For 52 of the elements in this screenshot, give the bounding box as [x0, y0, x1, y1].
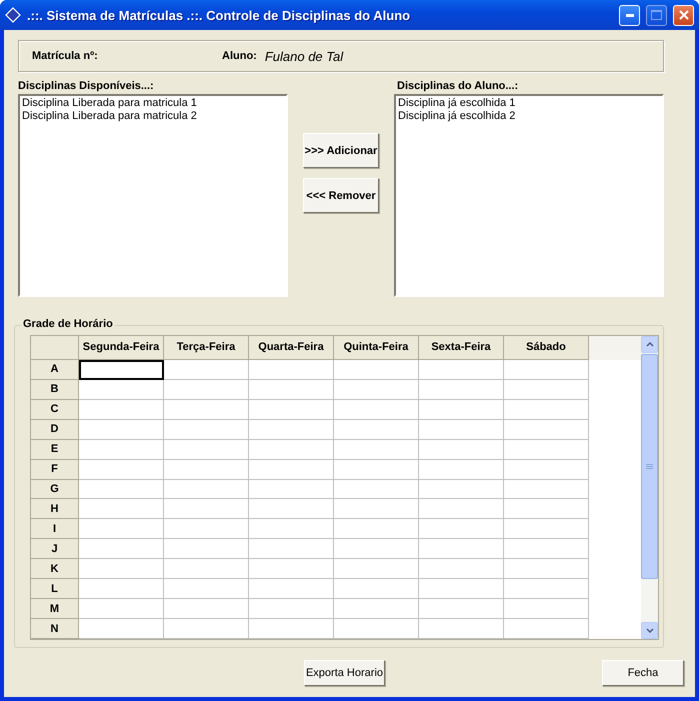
maximize-icon: [651, 10, 662, 20]
row-header: H: [31, 499, 79, 520]
app-icon: [5, 7, 21, 23]
row-header: N: [31, 619, 79, 640]
registration-label: Matrícula nº:: [32, 50, 99, 62]
move-button[interactable]: <<< Remover: [303, 178, 379, 213]
scroll-thumb[interactable]: [641, 354, 658, 579]
scroll-down-button[interactable]: [641, 622, 658, 639]
close-icon: [678, 10, 688, 20]
list-item[interactable]: Disciplina já escolhida 1: [398, 97, 660, 110]
column-header: Segunda-Feira: [79, 336, 164, 360]
window-title: .::. Sistema de Matrículas .::. Controle de Disciplinas do Aluno: [27, 8, 412, 22]
scroll-up-button[interactable]: [641, 336, 658, 353]
close-button[interactable]: [673, 4, 694, 26]
grid-cell[interactable]: [79, 360, 164, 380]
list-item[interactable]: Disciplina Liberada para matricula 2: [22, 110, 284, 123]
chosen-list[interactable]: Disciplina já escolhida 1 Disciplina já escolhida 2: [394, 94, 664, 297]
student-label: Aluno:: [222, 50, 257, 62]
caret-up-icon: [646, 342, 654, 347]
row-header: K: [31, 559, 79, 580]
column-header: Quarta-Feira: [249, 336, 334, 360]
move-button[interactable]: >>> Adicionar: [303, 133, 379, 168]
minimize-icon: [626, 14, 634, 16]
row-header: A: [31, 360, 79, 380]
row-header: F: [31, 460, 79, 480]
row-header: B: [31, 380, 79, 400]
row-header: M: [31, 599, 79, 620]
row-header: G: [31, 480, 79, 500]
available-list[interactable]: Disciplina Liberada para matricula 1 Disciplina Liberada para matricula 2: [18, 94, 288, 297]
column-header: Sábado: [504, 336, 589, 360]
export-button[interactable]: Exporta Horario: [304, 660, 385, 686]
row-header: I: [31, 519, 79, 540]
column-header: Terça-Feira: [164, 336, 249, 360]
row-header: E: [31, 440, 79, 460]
row-header: D: [31, 420, 79, 440]
close-window-button[interactable]: Fecha: [602, 660, 684, 686]
maximize-button[interactable]: [646, 4, 667, 26]
caret-down-icon: [646, 628, 654, 633]
minimize-button[interactable]: [619, 4, 640, 26]
list-item[interactable]: Disciplina já escolhida 2: [398, 110, 660, 123]
grip-icon: [646, 463, 653, 470]
chosen-label: Disciplinas do Aluno...:: [397, 80, 520, 94]
list-item[interactable]: Disciplina Liberada para matricula 1: [22, 97, 284, 110]
row-header: J: [31, 539, 79, 560]
available-label: Disciplinas Disponíveis...:: [18, 80, 155, 94]
group-title: Grade de Horário: [21, 318, 115, 330]
student-name: Fulano de Tal: [264, 48, 344, 64]
row-header: C: [31, 400, 79, 420]
scrollbar[interactable]: [641, 336, 658, 639]
column-header: Sexta-Feira: [419, 336, 504, 360]
row-header: L: [31, 579, 79, 600]
column-header: Quinta-Feira: [334, 336, 419, 360]
